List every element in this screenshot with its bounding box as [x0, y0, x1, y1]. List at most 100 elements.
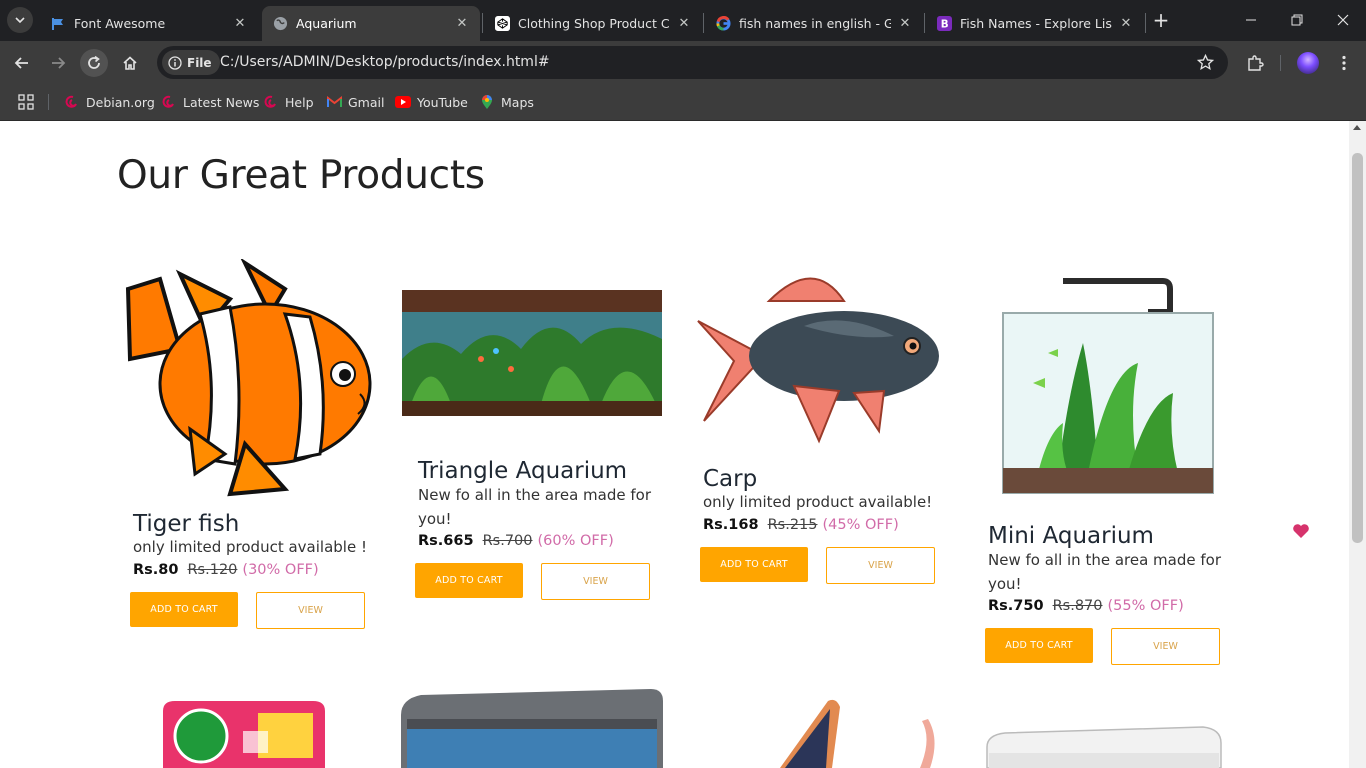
- product-price: Rs.80: [133, 562, 179, 578]
- address-bar[interactable]: File C:/Users/ADMIN/Desktop/products/ind…: [157, 46, 1228, 79]
- close-icon[interactable]: ✕: [1118, 16, 1134, 32]
- discount-label: (60% OFF): [537, 533, 614, 549]
- reload-button[interactable]: [80, 49, 108, 77]
- view-button[interactable]: VIEW: [256, 592, 365, 629]
- close-icon[interactable]: ✕: [454, 16, 470, 32]
- tab-title: Font Awesome: [74, 16, 166, 31]
- tab-divider: [482, 13, 483, 33]
- discount-label: (55% OFF): [1107, 598, 1184, 614]
- arrow-left-icon: [14, 57, 28, 69]
- bookmark-label: YouTube: [417, 94, 468, 110]
- tab-fish-names[interactable]: B Fish Names - Explore List of ✕: [926, 6, 1144, 41]
- tab-clothing-shop[interactable]: Clothing Shop Product Card ✕: [484, 6, 702, 41]
- product-old-price: Rs.120: [187, 562, 238, 578]
- bookmark-gmail[interactable]: Gmail: [326, 92, 384, 112]
- product-name: Tiger fish: [133, 511, 240, 537]
- product-old-price: Rs.215: [767, 517, 818, 533]
- scroll-thumb[interactable]: [1352, 153, 1363, 543]
- debian-icon: [263, 94, 279, 110]
- apps-grid-icon: [18, 94, 34, 110]
- home-button[interactable]: [116, 49, 144, 77]
- bookmark-star-icon[interactable]: [1196, 53, 1215, 75]
- product-image-fish-food: [163, 701, 325, 768]
- extensions-button[interactable]: [1241, 49, 1269, 77]
- back-button[interactable]: [8, 49, 36, 77]
- product-name: Triangle Aquarium: [418, 458, 628, 484]
- site-info-label: File: [187, 55, 212, 70]
- product-old-price: Rs.700: [482, 533, 533, 549]
- product-name: Carp: [703, 466, 758, 492]
- info-icon: [168, 55, 182, 70]
- bookmark-label: Help: [285, 94, 314, 110]
- codepen-icon: [494, 16, 510, 32]
- discount-label: (30% OFF): [242, 562, 319, 578]
- bookmark-youtube[interactable]: YouTube: [395, 92, 468, 112]
- bookmarks-bar: Debian.org Latest News Help Gmail YouTub…: [0, 84, 1366, 121]
- menu-button[interactable]: [1330, 49, 1358, 77]
- tab-divider: [703, 13, 704, 33]
- bookmark-latest-news[interactable]: Latest News: [161, 92, 259, 112]
- tab-divider: [1145, 13, 1146, 33]
- close-icon: [1337, 14, 1349, 26]
- heart-icon[interactable]: [1292, 523, 1310, 543]
- bookmark-debian[interactable]: Debian.org: [64, 92, 155, 112]
- product-image-tiger-fish: [120, 259, 375, 499]
- maps-icon: [479, 94, 495, 110]
- tab-font-awesome[interactable]: Font Awesome ✕: [40, 6, 258, 41]
- bookmark-help[interactable]: Help: [263, 92, 314, 112]
- page-viewport: Our Great Products Tiger fish only limit…: [0, 121, 1349, 768]
- bookmark-maps[interactable]: Maps: [479, 92, 534, 112]
- profile-button[interactable]: [1294, 49, 1322, 77]
- apps-button[interactable]: [18, 92, 34, 112]
- home-icon: [123, 56, 137, 70]
- tab-title: fish names in english - Goog: [739, 16, 891, 31]
- youtube-icon: [395, 94, 411, 110]
- bookmark-label: Gmail: [348, 94, 385, 110]
- flag-icon: [50, 16, 66, 32]
- view-button[interactable]: VIEW: [1111, 628, 1220, 665]
- close-window-button[interactable]: [1329, 6, 1357, 34]
- minimize-icon: [1246, 19, 1256, 21]
- discount-label: (45% OFF): [822, 517, 899, 533]
- product-image-mini-aquarium: [998, 273, 1218, 503]
- browser-toolbar: File C:/Users/ADMIN/Desktop/products/ind…: [0, 41, 1366, 84]
- view-button[interactable]: VIEW: [541, 563, 650, 600]
- close-icon[interactable]: ✕: [232, 16, 248, 32]
- tab-title: Clothing Shop Product Card: [518, 16, 670, 31]
- toolbar-divider: [1280, 55, 1281, 71]
- bookmark-label: Latest News: [183, 94, 260, 110]
- minimize-button[interactable]: [1237, 6, 1265, 34]
- tab-title: Fish Names - Explore List of: [960, 16, 1112, 31]
- close-icon[interactable]: ✕: [897, 16, 913, 32]
- site-info-chip[interactable]: File: [162, 50, 220, 75]
- tab-aquarium[interactable]: Aquarium ✕: [262, 6, 480, 41]
- price-row: Rs.80 Rs.120 (30% OFF): [133, 562, 319, 578]
- kebab-menu-icon: [1342, 55, 1346, 71]
- tab-google-search[interactable]: fish names in english - Goog ✕: [705, 6, 923, 41]
- page-scrollbar[interactable]: [1349, 121, 1366, 768]
- tab-divider: [924, 13, 925, 33]
- restore-button[interactable]: [1283, 6, 1311, 34]
- page-title: Our Great Products: [117, 153, 485, 198]
- product-image-white-tank: [985, 723, 1223, 768]
- product-name: Mini Aquarium: [988, 523, 1154, 549]
- svg-text:B: B: [940, 19, 948, 31]
- view-button[interactable]: VIEW: [826, 547, 935, 584]
- add-to-cart-button[interactable]: ADD TO CART: [415, 563, 523, 598]
- chevron-down-icon: [15, 17, 25, 24]
- add-to-cart-button[interactable]: ADD TO CART: [130, 592, 238, 627]
- add-to-cart-button[interactable]: ADD TO CART: [985, 628, 1093, 663]
- scroll-up-arrow[interactable]: [1353, 125, 1361, 130]
- product-description: only limited product available !: [133, 538, 367, 556]
- forward-button[interactable]: [44, 49, 72, 77]
- bookmark-label: Debian.org: [86, 94, 155, 110]
- url-text[interactable]: C:/Users/ADMIN/Desktop/products/index.ht…: [220, 54, 550, 70]
- price-row: Rs.168 Rs.215 (45% OFF): [703, 517, 899, 533]
- product-image-tank: [401, 687, 663, 768]
- product-description: only limited product available!: [703, 493, 933, 511]
- add-to-cart-button[interactable]: ADD TO CART: [700, 547, 808, 582]
- close-icon[interactable]: ✕: [676, 16, 692, 32]
- puzzle-icon: [1248, 55, 1264, 71]
- new-tab-button[interactable]: +: [1150, 8, 1172, 32]
- tab-search-button[interactable]: [7, 7, 33, 33]
